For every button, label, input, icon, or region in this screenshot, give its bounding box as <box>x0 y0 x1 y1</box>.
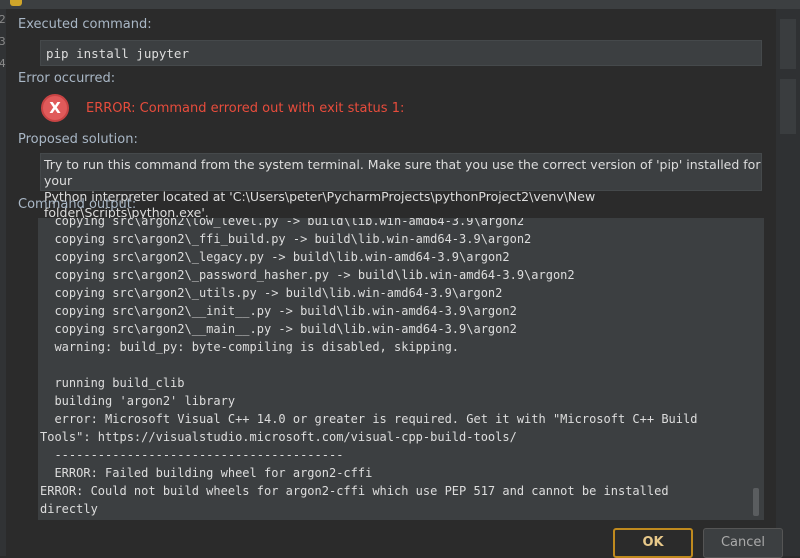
title-bar <box>0 0 800 9</box>
output-line: copying src\argon2\_password_hasher.py -… <box>40 268 575 282</box>
executed-command-label: Executed command: <box>18 17 152 32</box>
command-output-panel[interactable]: copying src\argon2\low_level.py -> build… <box>38 218 764 520</box>
background-panel <box>776 9 800 556</box>
line-number: 4 <box>0 57 6 70</box>
line-number: 3 <box>0 35 6 48</box>
output-scrollbar[interactable] <box>753 488 759 516</box>
output-line: error: Microsoft Visual C++ 14.0 or grea… <box>40 412 698 426</box>
command-output-label: Command output: <box>18 197 137 212</box>
error-occurred-label: Error occurred: <box>18 71 116 86</box>
solution-line: Python interpreter located at 'C:\Users\… <box>44 189 596 220</box>
output-line: copying src\argon2\_utils.py -> build\li… <box>40 286 503 300</box>
output-line: Tools": https://visualstudio.microsoft.c… <box>40 430 517 444</box>
line-number: 2 <box>0 13 6 26</box>
output-line: copying src\argon2\__main__.py -> build\… <box>40 322 517 336</box>
output-line: copying src\argon2\__init__.py -> build\… <box>40 304 517 318</box>
output-line: copying src\argon2\_ffi_build.py -> buil… <box>40 232 532 246</box>
solution-line: Try to run this command from the system … <box>44 157 761 188</box>
proposed-solution-label: Proposed solution: <box>18 132 138 147</box>
cancel-button[interactable]: Cancel <box>703 528 783 558</box>
error-icon: X <box>41 94 69 122</box>
editor-gutter: 2 3 4 <box>0 9 6 556</box>
output-line: directly <box>40 502 98 516</box>
output-line: building 'argon2' library <box>40 394 236 408</box>
output-line: ERROR: Failed building wheel for argon2-… <box>40 466 373 480</box>
output-line: warning: build_py: byte-compiling is dis… <box>40 340 460 354</box>
output-line: ---------------------------------------- <box>40 448 344 462</box>
output-line: copying src\argon2\_legacy.py -> build\l… <box>40 250 510 264</box>
ok-button[interactable]: OK <box>613 528 693 558</box>
solution-text: Try to run this command from the system … <box>40 153 762 220</box>
output-line: ERROR: Could not build wheels for argon2… <box>40 484 669 498</box>
app-icon <box>10 0 22 6</box>
output-line: copying src\argon2\low_level.py -> build… <box>40 218 525 228</box>
error-message: ERROR: Command errored out with exit sta… <box>86 101 405 116</box>
command-field[interactable]: pip install jupyter <box>40 40 762 66</box>
output-line: running build_clib <box>40 376 185 390</box>
